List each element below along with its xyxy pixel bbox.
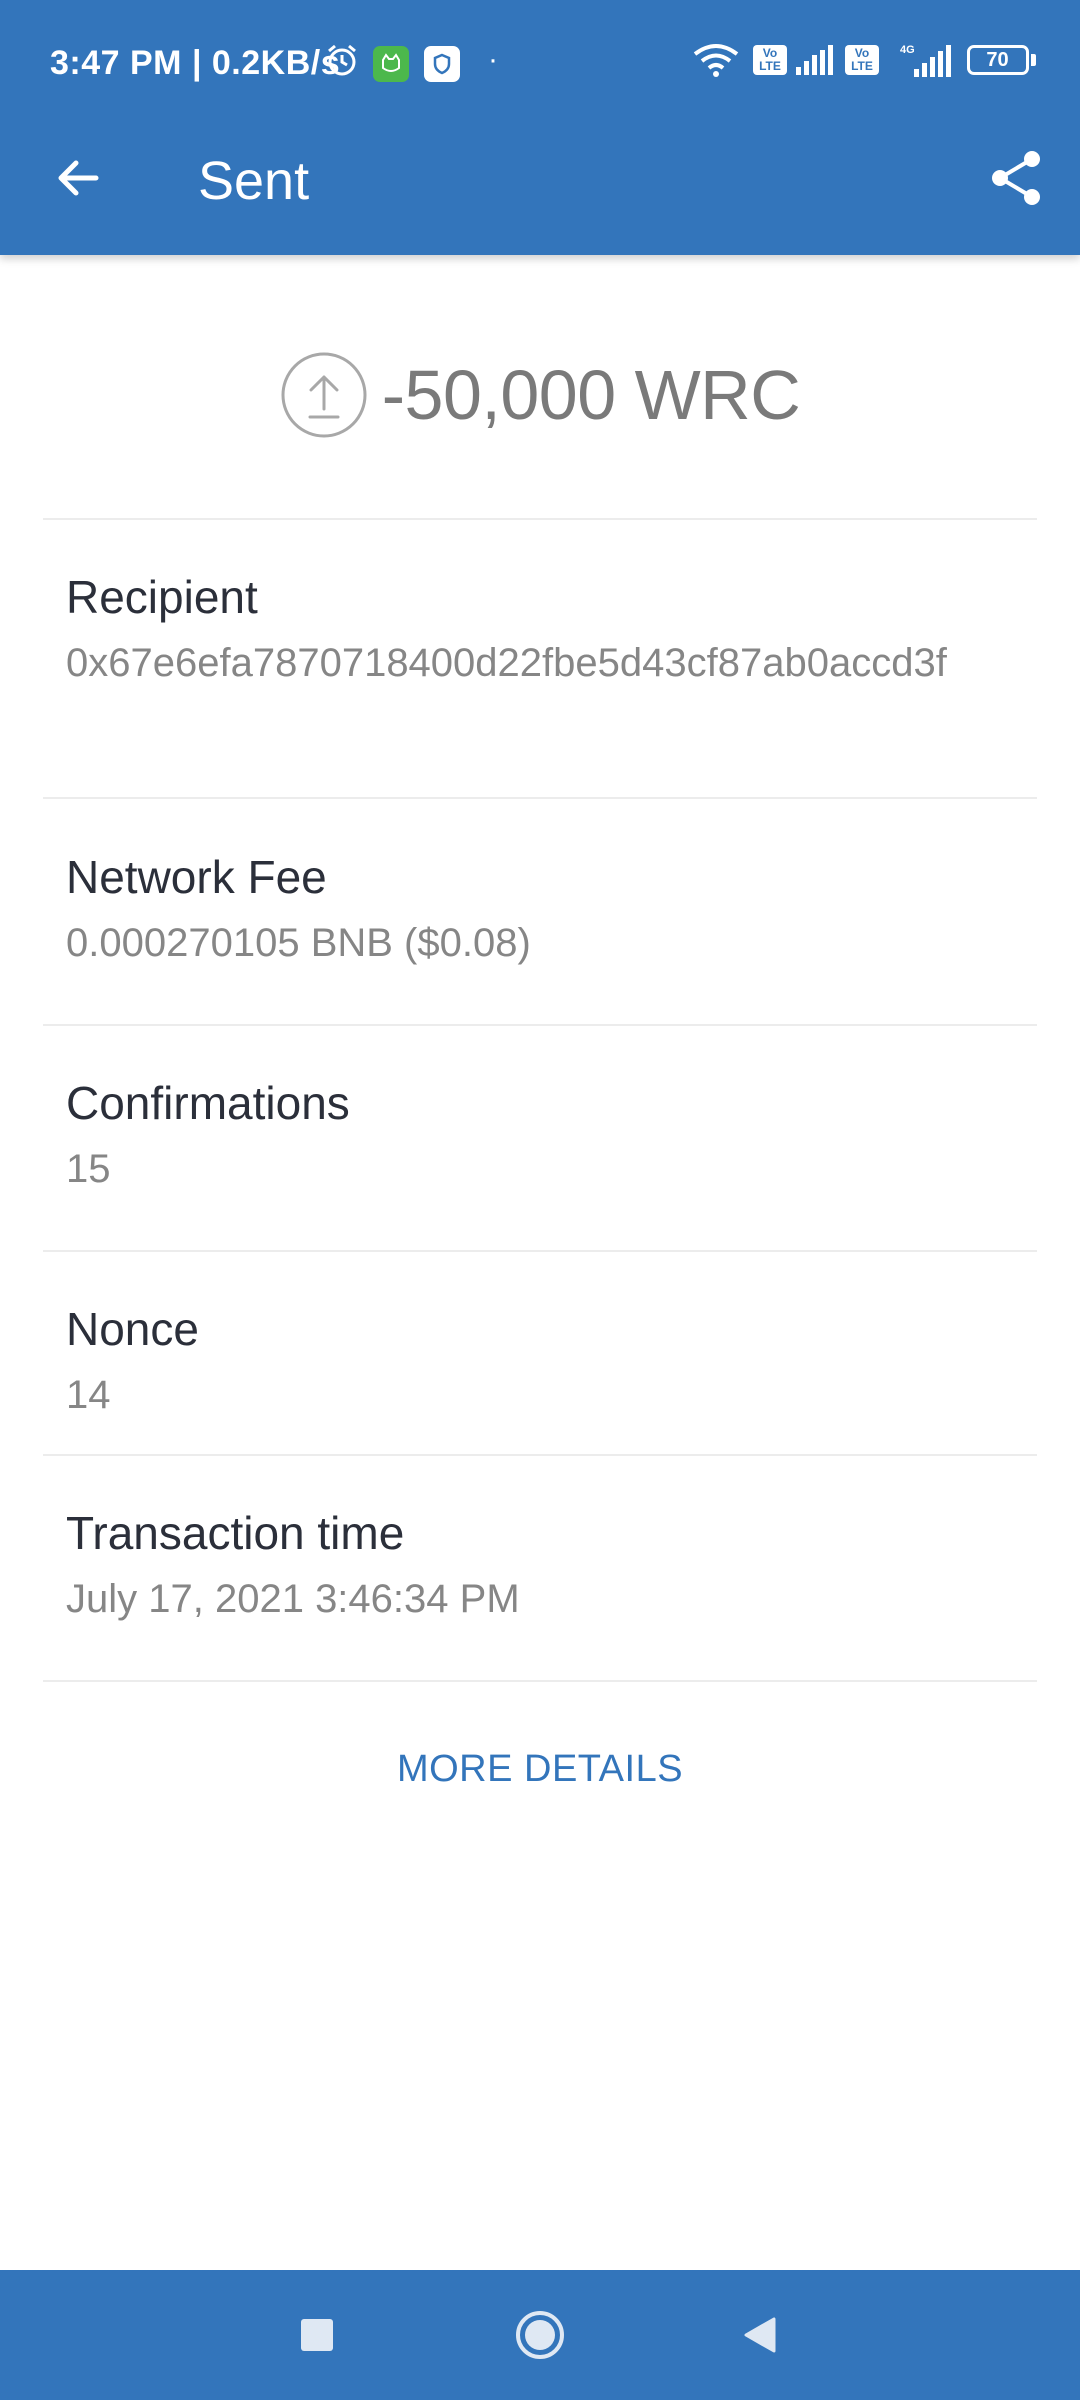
upload-arrow-circle-icon [281, 352, 367, 438]
confirmations-field: Confirmations 15 [66, 1076, 1016, 1194]
divider [43, 1454, 1037, 1456]
status-bar: 3:47 PM | 0.2KB/s · Vo LTE Vo LTE 4G 70 [0, 0, 1080, 120]
system-back-button[interactable] [725, 2300, 795, 2370]
signal-strength-icon [792, 40, 836, 80]
recipient-field[interactable]: Recipient 0x67e6efa7870718400d22fbe5d43c… [66, 570, 1016, 688]
triangle-back-icon [744, 2317, 776, 2353]
home-button[interactable] [505, 2300, 575, 2370]
arrow-left-icon [58, 160, 99, 196]
battery-icon: 70 [966, 40, 1036, 80]
divider [43, 1250, 1037, 1252]
battery-level: 70 [966, 45, 1029, 75]
network-type-label: 4G [900, 44, 915, 56]
share-icon [992, 151, 1040, 205]
field-label: Transaction time [66, 1507, 405, 1559]
nonce-value: 14 [66, 1373, 111, 1417]
volte-icon: Vo LTE [752, 40, 788, 80]
nonce-field: Nonce 14 [66, 1302, 1016, 1420]
field-label: Nonce [66, 1303, 199, 1355]
divider [43, 1680, 1037, 1682]
system-nav-bar [0, 2270, 1080, 2400]
divider [43, 1024, 1037, 1026]
page-title: Sent [198, 151, 310, 211]
wifi-icon [690, 40, 742, 80]
network-fee-value: 0.000270105 BNB ($0.08) [66, 921, 531, 965]
volte-icon-2: Vo LTE [844, 40, 880, 80]
amount-value: -50,000 WRC [381, 356, 801, 434]
field-label: Confirmations [66, 1077, 350, 1129]
status-time: 3:47 PM | 0.2KB/s [50, 44, 341, 82]
transaction-amount: -50,000 WRC [0, 340, 1080, 450]
alarm-icon [322, 40, 362, 80]
field-label: Network Fee [66, 851, 327, 903]
cat-app-icon [373, 46, 409, 82]
share-button[interactable] [978, 140, 1054, 216]
square-icon [301, 2319, 333, 2351]
back-button[interactable] [40, 140, 116, 216]
divider [43, 518, 1037, 520]
shield-icon [424, 46, 460, 82]
more-details-button[interactable]: MORE DETAILS [0, 1748, 1080, 1791]
circle-home-icon [516, 2311, 564, 2359]
transaction-time-value: July 17, 2021 3:46:34 PM [66, 1577, 520, 1621]
recipient-address: 0x67e6efa7870718400d22fbe5d43cf87ab0accd… [66, 641, 947, 685]
notification-dot-icon: · [488, 43, 498, 76]
transaction-time-field: Transaction time July 17, 2021 3:46:34 P… [66, 1506, 1016, 1624]
field-label: Recipient [66, 571, 258, 623]
network-fee-field: Network Fee 0.000270105 BNB ($0.08) [66, 850, 1016, 968]
app-bar: 3:47 PM | 0.2KB/s · Vo LTE Vo LTE 4G 70 [0, 0, 1080, 255]
signal-4g-icon: 4G [900, 40, 952, 80]
divider [43, 797, 1037, 799]
recents-button[interactable] [282, 2300, 352, 2370]
confirmations-value: 15 [66, 1147, 111, 1191]
